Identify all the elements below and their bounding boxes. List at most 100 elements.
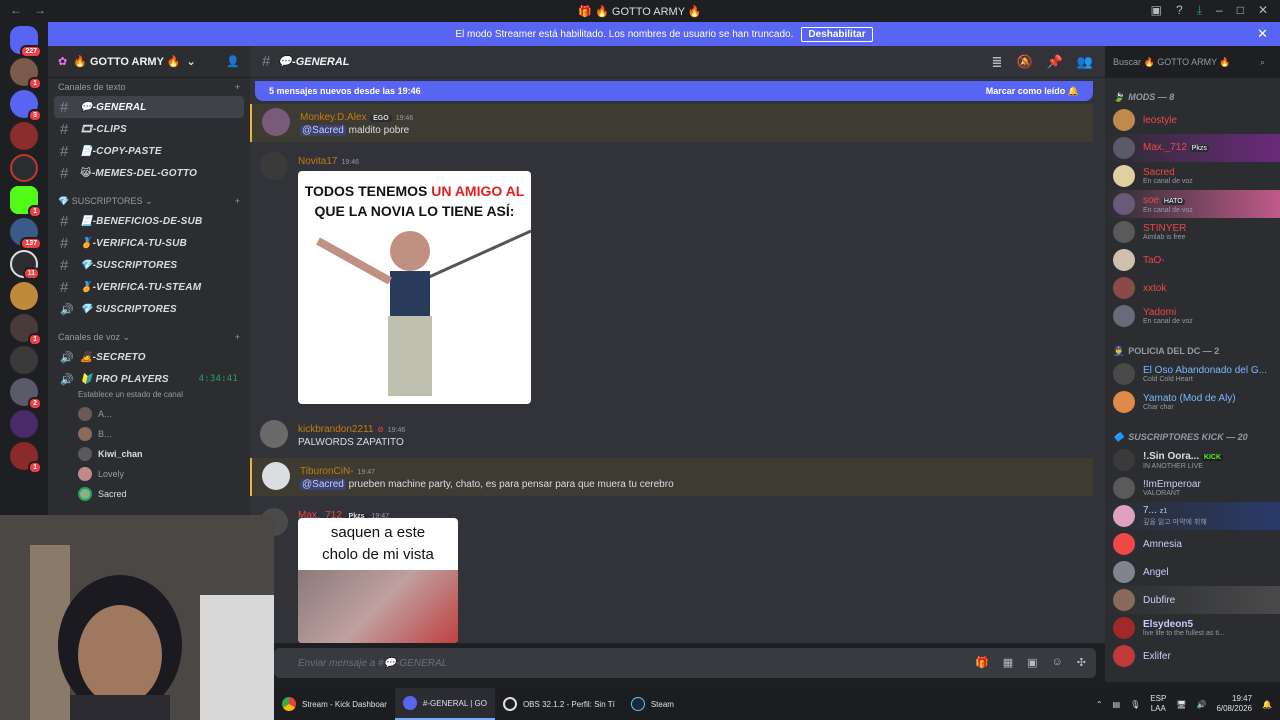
mark-read-button[interactable]: Marcar como leído 🔔 [986, 86, 1079, 97]
member-item[interactable]: Exlifer [1105, 642, 1280, 670]
channel-general[interactable]: # 💬-GENERAL [54, 96, 244, 118]
member-item[interactable]: Elsydeon5 live life to the fullest as ti.… [1105, 614, 1280, 642]
message[interactable]: TiburonCiN- 19:47 @Sacred prueben machine… [250, 458, 1093, 496]
voice-status[interactable]: Establece un estado de canal [48, 390, 250, 404]
member-item[interactable]: soe HATO En canal de voz [1105, 190, 1280, 218]
plus-icon[interactable]: + [235, 82, 240, 92]
user-mention[interactable]: @Sacred [300, 479, 346, 490]
channel-verifica-sub[interactable]: # 🏅-VERIFICA-TU-SUB [54, 232, 244, 254]
add-member-icon[interactable]: 👤 [226, 55, 240, 68]
forward-arrow-icon[interactable]: → [34, 3, 46, 17]
disable-streamer-button[interactable]: Deshabilitar [801, 26, 873, 42]
close-window-icon[interactable]: ✕ [1258, 3, 1268, 18]
plus-icon[interactable]: + [235, 196, 240, 206]
message-input[interactable]: Enviar mensaje a #💬-GENERAL 🎁 ▦ ▣ ☺ ✣ [274, 648, 1096, 678]
mic-icon[interactable]: 🎙 [1130, 700, 1140, 709]
meme-image[interactable]: saquen a este cholo de mi vista [298, 518, 458, 643]
kick-server-icon[interactable]: 1 [10, 186, 42, 218]
category-text-channels[interactable]: Canales de texto + [48, 78, 250, 96]
avatar[interactable] [260, 152, 288, 180]
notifications-icon[interactable]: 🔕 [1016, 54, 1032, 70]
meme-image[interactable]: TODOS TENEMOS UN AMIGO AL QUE LA NOVIA LO… [298, 171, 531, 404]
member-item[interactable]: El Oso Abandonado del G... Cold Cold Hear… [1105, 360, 1280, 388]
channel-verifica-steam[interactable]: # 🏅-VERIFICA-TU-STEAM [54, 276, 244, 298]
maximize-icon[interactable]: □ [1237, 3, 1244, 18]
server-icon[interactable]: 11 [10, 250, 40, 280]
minimize-icon[interactable]: – [1216, 3, 1223, 18]
language-indicator[interactable]: ESP LAA [1150, 694, 1166, 714]
message[interactable]: Max._712 Pkzs 19:47 saquen a este cholo de… [250, 504, 1093, 643]
sticker-icon[interactable]: ▣ [1027, 656, 1037, 669]
channel-copy-paste[interactable]: # 📄-COPY-PASTE [54, 140, 244, 162]
category-voice[interactable]: Canales de voz ⌄ + [48, 328, 250, 346]
server-icon[interactable]: 3 [10, 90, 42, 122]
member-item[interactable]: Angel [1105, 558, 1280, 586]
message[interactable]: Monkey.D.Alex EGO 19:46 @Sacred maldito p… [250, 104, 1093, 142]
channel-beneficios[interactable]: # 📃-BENEFICIOS-DE-SUB [54, 210, 244, 232]
message-author[interactable]: Monkey.D.Alex [300, 112, 367, 123]
member-item[interactable]: Max._712 Pkzs [1105, 134, 1280, 162]
new-messages-bar[interactable]: 5 mensajes nuevos desde las 19:46 Marcar… [255, 81, 1093, 101]
volume-icon[interactable]: 🔊 [1196, 700, 1206, 709]
channel-memes[interactable]: # 😹-MEMES-DEL-GOTTO [54, 162, 244, 184]
user-mention[interactable]: @Sacred [300, 125, 346, 136]
voice-channel-suscriptores[interactable]: 🔊 💎 SUSCRIPTORES [54, 298, 244, 320]
member-item[interactable]: Yamato (Mod de Aly) Char char [1105, 388, 1280, 416]
member-item[interactable]: !ImEmperoar VALORANT [1105, 474, 1280, 502]
taskbar-steam[interactable]: Steam [623, 688, 682, 720]
server-icon[interactable] [10, 154, 38, 182]
taskbar-obs[interactable]: OBS 32.1.2 - Perfil: Sin Tí [495, 688, 623, 720]
voice-user[interactable]: Lovely [48, 464, 250, 484]
taskbar-chrome[interactable]: Stream - Kick Dashboar [274, 688, 395, 720]
inbox-icon[interactable]: ▣ [1151, 3, 1162, 18]
member-item[interactable]: Yadomi En canal de voz [1105, 302, 1280, 330]
notification-icon[interactable]: 🔔 [1262, 700, 1272, 709]
voice-channel-pro-players[interactable]: 🔊 🔰 PRO PLAYERS 4:34:41 [54, 368, 244, 390]
voice-user[interactable]: B... [48, 424, 250, 444]
taskbar-discord[interactable]: #-GENERAL | GO [394, 688, 495, 720]
apps-icon[interactable]: ✣ [1077, 656, 1086, 669]
member-item[interactable]: TaO- [1105, 246, 1280, 274]
member-item[interactable]: xxtok [1105, 274, 1280, 302]
gift-icon[interactable]: 🎁 [975, 656, 989, 669]
message-author[interactable]: kickbrandon2211 [298, 424, 373, 435]
channel-suscriptores[interactable]: # 💎-SUSCRIPTORES [54, 254, 244, 276]
download-icon[interactable]: ⤓ [1197, 3, 1202, 18]
server-icon[interactable] [10, 410, 38, 438]
member-item[interactable]: Dubfire [1105, 586, 1280, 614]
back-arrow-icon[interactable]: ← [10, 3, 22, 17]
member-item[interactable]: Sacred En canal de voz [1105, 162, 1280, 190]
server-icon[interactable] [10, 122, 38, 150]
clock[interactable]: 19:47 6/08/2026 [1216, 694, 1252, 714]
member-item[interactable]: STINYER Aimlab is free [1105, 218, 1280, 246]
plus-icon[interactable]: + [235, 332, 240, 342]
gif-icon[interactable]: ▦ [1003, 656, 1013, 669]
member-item[interactable]: !.Sin Oora... KICK IN ANOTHER LIVE [1105, 446, 1280, 474]
avatar[interactable] [262, 462, 290, 490]
voice-user[interactable]: A... [48, 404, 250, 424]
member-item[interactable]: leostyle [1105, 106, 1280, 134]
server-icon[interactable]: 1 [10, 58, 42, 90]
app-tray-icon[interactable]: ▤ [1113, 700, 1121, 709]
avatar[interactable] [262, 108, 290, 136]
close-banner-icon[interactable]: ✕ [1257, 26, 1268, 42]
member-item[interactable]: Amnesia [1105, 530, 1280, 558]
server-icon[interactable] [10, 282, 38, 310]
discord-home-icon[interactable]: 227 [10, 26, 42, 58]
member-list-icon[interactable]: 👥 [1077, 54, 1093, 70]
category-suscriptores[interactable]: 💎 SUSCRIPTORES ⌄ + [48, 192, 250, 210]
server-icon[interactable]: 1 [10, 314, 42, 346]
avatar[interactable] [260, 420, 288, 448]
message-author[interactable]: TiburonCiN- [300, 466, 354, 477]
voice-user[interactable]: Sacred [48, 484, 250, 504]
server-icon[interactable]: 2 [10, 378, 42, 410]
voice-channel-secreto[interactable]: 🔊 🙇-SECRETO [54, 346, 244, 368]
chevron-up-icon[interactable]: ⌃ [1096, 700, 1103, 709]
pin-icon[interactable]: 📌 [1047, 54, 1063, 70]
server-icon[interactable] [10, 346, 38, 374]
voice-user[interactable]: Kiwi_chan [48, 444, 250, 464]
emoji-icon[interactable]: ☺ [1052, 656, 1063, 669]
search-input[interactable]: Buscar 🔥 GOTTO ARMY 🔥 ⌕ [1105, 50, 1273, 74]
message-author[interactable]: Novita17 [298, 156, 337, 167]
channel-clips[interactable]: # 🎞-CLIPS [54, 118, 244, 140]
